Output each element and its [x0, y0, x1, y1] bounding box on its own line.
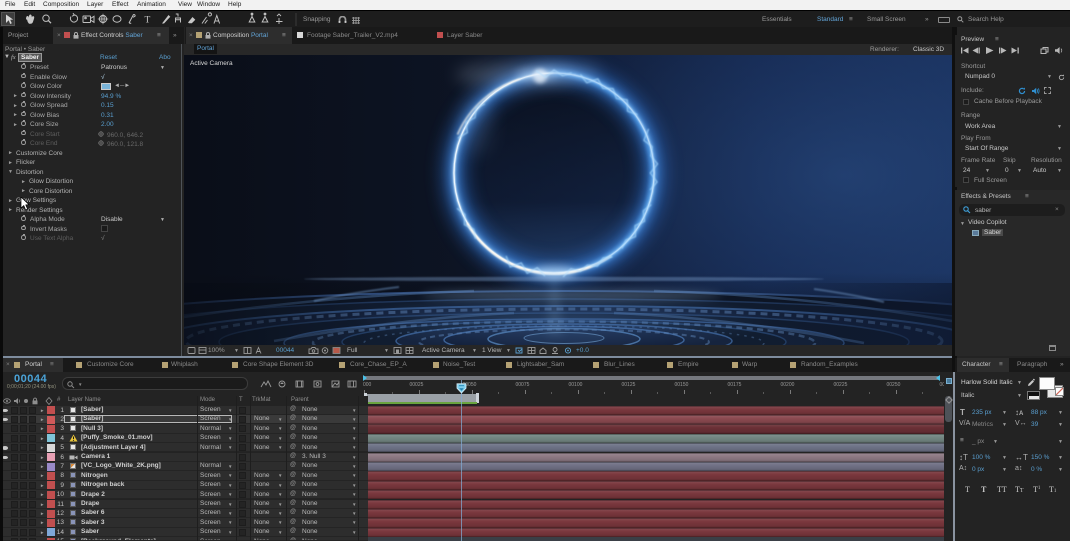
svg-text:Active Camera: Active Camera	[190, 60, 233, 67]
svg-text:T: T	[145, 16, 151, 26]
